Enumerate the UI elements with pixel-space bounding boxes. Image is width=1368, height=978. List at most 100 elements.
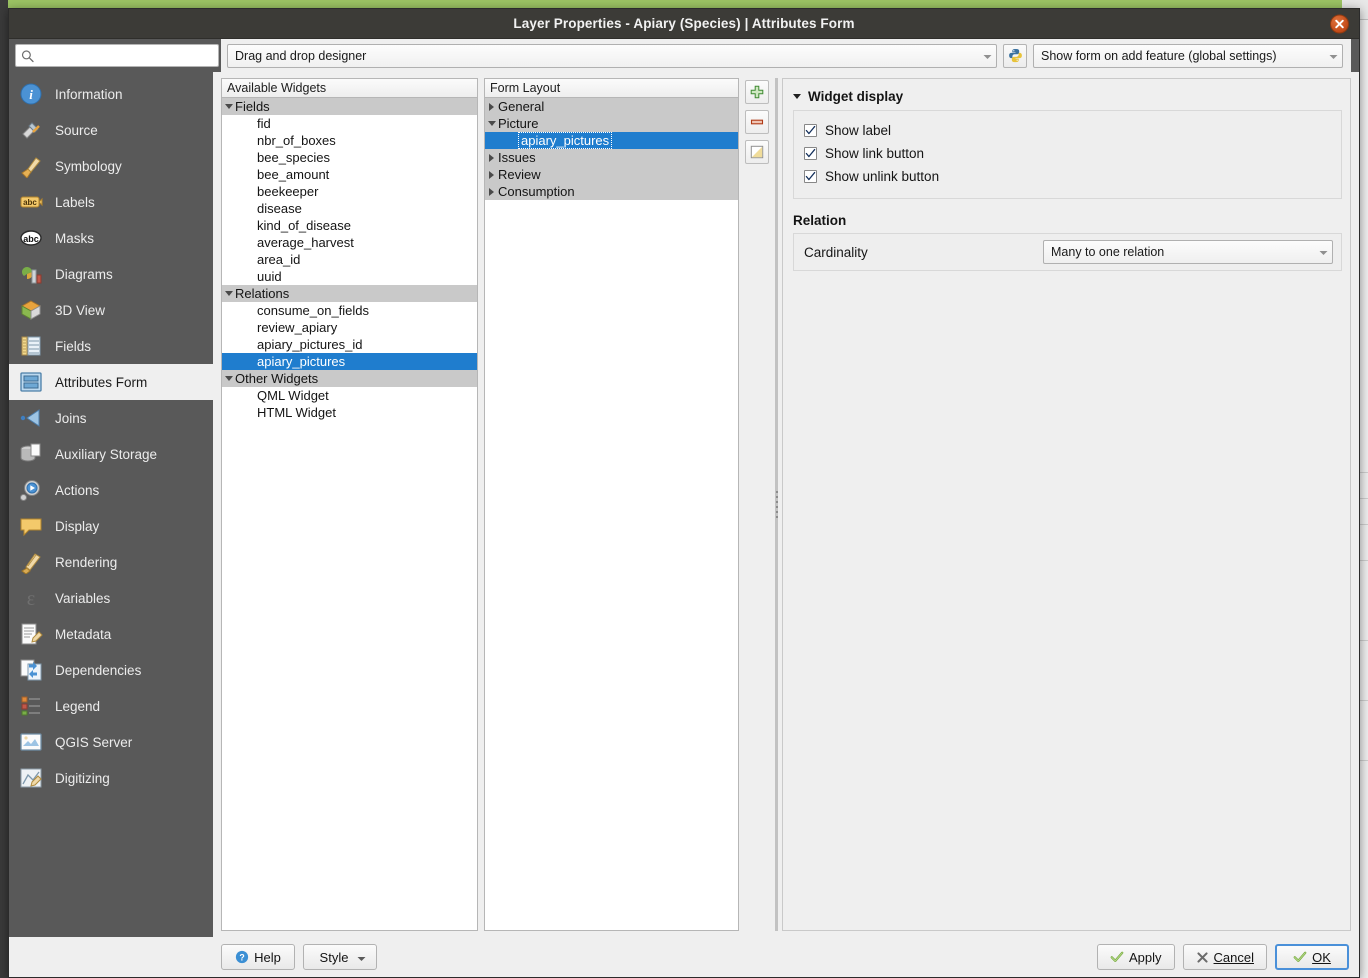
sidebar-item-dependencies[interactable]: Dependencies (9, 652, 213, 688)
checkbox-label: Show label (825, 123, 892, 138)
tree-item-row[interactable]: consume_on_fields (222, 302, 477, 319)
sidebar-item-source[interactable]: Source (9, 112, 213, 148)
chevron-down-icon[interactable] (222, 376, 235, 381)
tree-item-label: bee_species (257, 150, 330, 165)
tree-group-row[interactable]: Issues (485, 149, 738, 166)
chevron-right-icon[interactable] (485, 187, 498, 196)
chevron-right-icon[interactable] (485, 102, 498, 111)
checkbox-indicator[interactable] (804, 124, 817, 137)
tree-item-label: HTML Widget (257, 405, 336, 420)
checkbox-indicator[interactable] (804, 170, 817, 183)
sidebar-item-display[interactable]: Display (9, 508, 213, 544)
invert-selection-button[interactable] (745, 140, 769, 164)
python-init-code-button[interactable] (1003, 43, 1027, 68)
sidebar-item-legend[interactable]: Legend (9, 688, 213, 724)
dialog-body: i Information Source Symbology abc Labels abc M… (9, 72, 1359, 937)
tree-item-row[interactable]: apiary_pictures (222, 353, 477, 370)
rendering-icon (21, 553, 41, 574)
tree-item-row[interactable]: kind_of_disease (222, 217, 477, 234)
tree-item-row[interactable]: disease (222, 200, 477, 217)
sidebar-item-label: Masks (55, 230, 95, 246)
tree-item-label: fid (257, 116, 271, 131)
add-container-button[interactable] (745, 80, 769, 104)
sidebar-item-masks[interactable]: abc Masks (9, 220, 213, 256)
tree-group-row[interactable]: Relations (222, 285, 477, 302)
form-layout-tree[interactable]: General Picture apiary_pictures Issues Revie… (484, 97, 739, 931)
search-box (15, 44, 219, 67)
cancel-button[interactable]: Cancel (1182, 944, 1267, 970)
tree-item-label: review_apiary (257, 320, 338, 335)
chevron-down-icon[interactable] (485, 121, 498, 126)
chevron-down-icon[interactable] (222, 291, 235, 296)
tree-item-row[interactable]: QML Widget (222, 387, 477, 404)
pane-splitter[interactable] (771, 78, 782, 931)
auxiliary-storage-icon (20, 443, 41, 462)
toolbar-right: Drag and drop designer Show form on add … (221, 39, 1351, 72)
check-icon (805, 171, 816, 181)
tree-item-row[interactable]: bee_species (222, 149, 477, 166)
sidebar-item-joins[interactable]: Joins (9, 400, 213, 436)
tree-item-row[interactable]: HTML Widget (222, 404, 477, 421)
checkbox-show-label[interactable]: Show label (804, 119, 1331, 142)
tree-item-label: average_harvest (257, 235, 354, 250)
checkbox-show-link-button[interactable]: Show link button (804, 142, 1331, 165)
tree-item-row[interactable]: bee_amount (222, 166, 477, 183)
remove-item-button[interactable] (745, 110, 769, 134)
sidebar-item-label: Display (55, 518, 100, 534)
dialog-button-bar: ? Help Style Apply Cancel OK (9, 937, 1359, 977)
sidebar-item-diagrams[interactable]: Diagrams (9, 256, 213, 292)
tree-item-row[interactable]: average_harvest (222, 234, 477, 251)
sidebar-item-metadata[interactable]: Metadata (9, 616, 213, 652)
tree-item-row[interactable]: beekeeper (222, 183, 477, 200)
sidebar-item-labels[interactable]: abc Labels (9, 184, 213, 220)
sidebar-item-auxiliary-storage[interactable]: Auxiliary Storage (9, 436, 213, 472)
cardinality-combo[interactable]: Many to one relation (1043, 240, 1333, 264)
tree-item-row[interactable]: area_id (222, 251, 477, 268)
tree-item-row[interactable]: apiary_pictures (485, 132, 738, 149)
tree-item-row[interactable]: apiary_pictures_id (222, 336, 477, 353)
chevron-down-icon[interactable] (222, 104, 235, 109)
checkbox-show-unlink-button[interactable]: Show unlink button (804, 165, 1331, 188)
sidebar-item-digitizing[interactable]: Digitizing (9, 760, 213, 796)
tree-group-row[interactable]: Consumption (485, 183, 738, 200)
sidebar-item-label: Digitizing (55, 770, 110, 786)
sidebar-item-information[interactable]: i Information (9, 76, 213, 112)
ok-button[interactable]: OK (1275, 944, 1349, 970)
checkbox-indicator[interactable] (804, 147, 817, 160)
tree-group-row[interactable]: General (485, 98, 738, 115)
editor-layout-combo[interactable]: Drag and drop designer (227, 43, 997, 68)
sidebar-item-variables[interactable]: ε Variables (9, 580, 213, 616)
tree-item-row[interactable]: nbr_of_boxes (222, 132, 477, 149)
sidebar-item-3d-view[interactable]: 3D View (9, 292, 213, 328)
sidebar-item-label: Rendering (55, 554, 118, 570)
chevron-right-icon[interactable] (485, 153, 498, 162)
widget-display-section-toggle[interactable]: Widget display (793, 89, 1342, 104)
sidebar-item-label: Actions (55, 482, 100, 498)
tree-group-row[interactable]: Review (485, 166, 738, 183)
tree-group-row[interactable]: Picture (485, 115, 738, 132)
search-input[interactable] (15, 44, 219, 67)
style-button[interactable]: Style (303, 944, 377, 970)
tree-item-row[interactable]: uuid (222, 268, 477, 285)
available-widgets-tree[interactable]: Fields fid nbr_of_boxes bee_species bee_amou… (221, 97, 478, 931)
sidebar-item-symbology[interactable]: Symbology (9, 148, 213, 184)
fields-icon (21, 336, 41, 356)
sidebar-item-attributes-form[interactable]: Attributes Form (9, 364, 213, 400)
attributes-form-content: Available Widgets Fields fid nbr_of_boxes b… (213, 72, 1359, 937)
sidebar-item-rendering[interactable]: Rendering (9, 544, 213, 580)
help-button[interactable]: ? Help (221, 944, 295, 970)
tree-item-row[interactable]: review_apiary (222, 319, 477, 336)
form-on-add-feature-combo[interactable]: Show form on add feature (global setting… (1033, 43, 1343, 68)
qgis-server-icon (20, 733, 42, 751)
joins-icon (20, 409, 40, 427)
tree-item-label: beekeeper (257, 184, 319, 199)
chevron-right-icon[interactable] (485, 170, 498, 179)
close-icon[interactable] (1330, 14, 1349, 33)
sidebar-item-fields[interactable]: Fields (9, 328, 213, 364)
tree-group-row[interactable]: Fields (222, 98, 477, 115)
apply-button[interactable]: Apply (1097, 944, 1175, 970)
sidebar-item-actions[interactable]: Actions (9, 472, 213, 508)
tree-item-row[interactable]: fid (222, 115, 477, 132)
sidebar-item-qgis-server[interactable]: QGIS Server (9, 724, 213, 760)
tree-group-row[interactable]: Other Widgets (222, 370, 477, 387)
